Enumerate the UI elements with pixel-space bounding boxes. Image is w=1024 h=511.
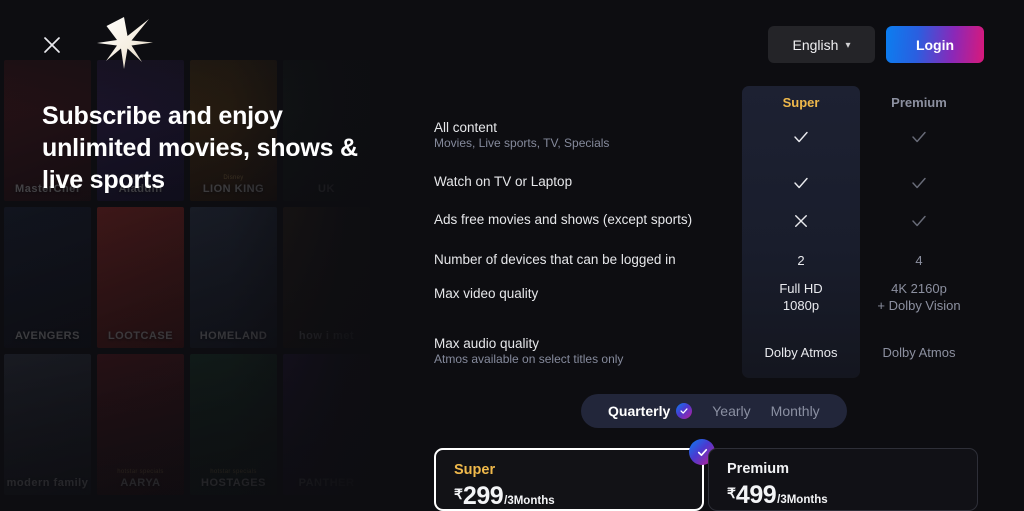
poster-title: LOOTCASE [107, 330, 174, 342]
billing-option-monthly[interactable]: Monthly [761, 403, 830, 419]
feature-label: Max video quality [434, 286, 539, 301]
feature-value: Dolby Atmos [764, 345, 838, 360]
poster-title: AARYA [120, 477, 161, 489]
plan-name: Super [454, 462, 496, 478]
close-icon[interactable] [40, 33, 64, 57]
poster-title: how i met [298, 330, 355, 342]
billing-option-quarterly[interactable]: Quarterly [598, 403, 702, 419]
feature-value: 4 [915, 253, 923, 268]
check-icon [860, 128, 978, 150]
billing-option-yearly[interactable]: Yearly [702, 403, 760, 419]
billing-period-toggle[interactable]: Quarterly Yearly Monthly [581, 394, 847, 428]
plan-comparison-table: Super Premium All content Movies, Live sp… [434, 86, 994, 386]
poster-title: AVENGERS [15, 330, 80, 342]
poster-thumbnail: hotstar specials HOSTAGES [190, 354, 277, 495]
plan-card-premium[interactable]: Premium ₹499/3Months [708, 448, 978, 511]
poster-sublabel: hotstar specials [117, 469, 164, 475]
feature-sublabel: Atmos available on select titles only [434, 352, 624, 366]
billing-option-label: Monthly [770, 403, 820, 419]
column-header-super: Super [782, 95, 820, 110]
poster-thumbnail: HOMELAND [190, 207, 277, 348]
feature-label: All content [434, 120, 498, 135]
feature-sublabel: Movies, Live sports, TV, Specials [434, 136, 610, 150]
poster-thumbnail: how i met [283, 207, 370, 348]
poster-thumbnail: LOOTCASE [97, 207, 184, 348]
check-icon [860, 174, 978, 196]
price-amount: 299 [462, 482, 504, 510]
check-icon [742, 174, 860, 196]
chevron-down-icon: ▾ [845, 40, 851, 51]
currency-symbol: ₹ [454, 486, 463, 502]
price-amount: 499 [735, 481, 777, 509]
column-header-premium: Premium [891, 95, 947, 110]
feature-label: Ads free movies and shows (except sports… [434, 212, 693, 227]
currency-symbol: ₹ [727, 485, 736, 501]
plan-name: Premium [727, 461, 790, 477]
feature-value: 2 [797, 253, 805, 268]
price-period: /3Months [777, 494, 828, 506]
star-logo-icon[interactable] [97, 17, 153, 69]
price-period: /3Months [504, 495, 555, 507]
poster-thumbnail: PANTHER [283, 354, 370, 495]
page-header: English ▾ Login [0, 0, 1024, 88]
poster-sublabel: hotstar specials [210, 469, 257, 475]
poster-title: modern family [6, 477, 89, 489]
poster-thumbnail: hotstar specials AARYA [97, 354, 184, 495]
feature-value: 4K 2160p + Dolby Vision [877, 281, 961, 313]
selected-check-icon [676, 403, 693, 419]
feature-label: Max audio quality [434, 336, 540, 351]
cross-icon [742, 212, 860, 234]
plan-price: ₹299/3Months [454, 482, 702, 511]
login-label: Login [915, 36, 955, 53]
poster-thumbnail: modern family [4, 354, 91, 495]
billing-option-label: Quarterly [608, 403, 671, 419]
check-icon [860, 212, 978, 234]
check-icon [742, 128, 860, 150]
feature-value: Full HD 1080p [779, 281, 823, 313]
poster-thumbnail: AVENGERS [4, 207, 91, 348]
poster-title: HOMELAND [199, 330, 268, 342]
poster-title: PANTHER [298, 477, 355, 489]
plan-card-super[interactable]: Super ₹299/3Months [434, 439, 715, 511]
subscription-page: MasterChef Disney Aladdin Disney LION KING UK… [0, 0, 1024, 511]
language-selector[interactable]: English ▾ [768, 26, 875, 63]
poster-title: HOSTAGES [201, 477, 266, 489]
billing-option-label: Yearly [712, 403, 751, 419]
feature-label: Number of devices that can be logged in [434, 252, 676, 267]
login-button[interactable]: Login [886, 26, 984, 63]
feature-value: Dolby Atmos [882, 345, 956, 360]
language-label: English [792, 36, 839, 53]
plan-price: ₹499/3Months [727, 481, 977, 510]
page-title: Subscribe and enjoy unlimited movies, sh… [42, 102, 358, 194]
feature-label: Watch on TV or Laptop [434, 174, 573, 189]
